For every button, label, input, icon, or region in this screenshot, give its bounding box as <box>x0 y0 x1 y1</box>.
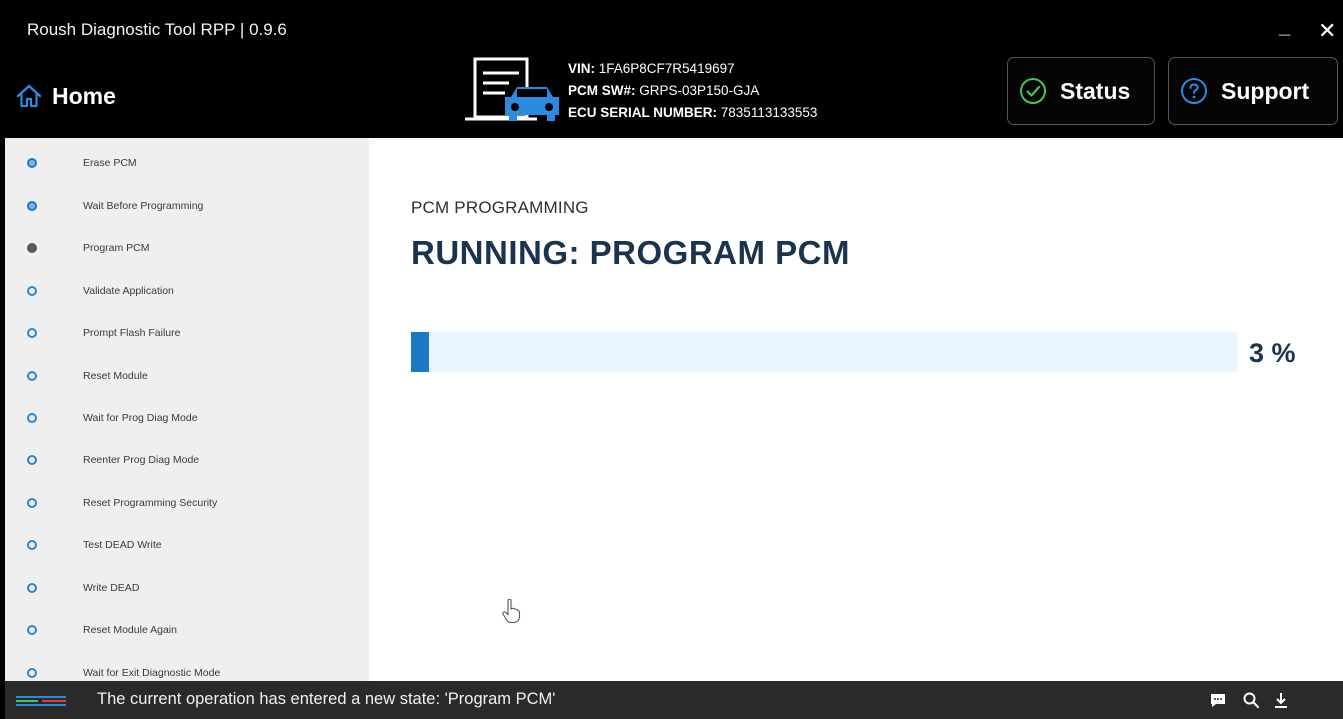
step-label: Wait for Exit Diagnostic Mode <box>83 667 221 679</box>
pcm-sw-value: GRPS-03P150-GJA <box>639 83 760 98</box>
step-item[interactable]: Test DEAD Write <box>5 524 369 566</box>
step-item[interactable]: Program PCM <box>5 227 369 269</box>
close-button[interactable]: ✕ <box>1318 18 1336 44</box>
step-item[interactable]: Wait for Exit Diagnostic Mode <box>5 652 369 681</box>
home-icon <box>16 84 42 108</box>
step-label: Test DEAD Write <box>83 539 162 551</box>
search-icon[interactable] <box>1242 691 1260 709</box>
ecu-serial-line: ECU SERIAL NUMBER: 7835113133553 <box>568 102 817 124</box>
header-bar: Roush Diagnostic Tool RPP | 0.9.6 _ ✕ Ho… <box>0 0 1343 138</box>
step-item[interactable]: Erase PCM <box>5 142 369 184</box>
pcm-sw-line: PCM SW#: GRPS-03P150-GJA <box>568 80 817 102</box>
step-label: Program PCM <box>83 242 150 254</box>
window-frame-left <box>0 0 5 719</box>
ecu-serial-label: ECU SERIAL NUMBER: <box>568 105 718 120</box>
step-current-icon <box>27 243 37 253</box>
step-pending-icon <box>27 583 37 593</box>
support-button[interactable]: Support <box>1168 57 1338 125</box>
step-pending-icon <box>27 286 37 296</box>
step-label: Erase PCM <box>83 157 137 169</box>
step-item[interactable]: Reset Module <box>5 355 369 397</box>
step-item[interactable]: Prompt Flash Failure <box>5 312 369 354</box>
step-label: Wait for Prog Diag Mode <box>83 412 198 424</box>
download-icon[interactable] <box>1272 691 1290 709</box>
step-pending-icon <box>27 413 37 423</box>
roush-stripes-logo <box>16 696 66 706</box>
check-circle-icon <box>1020 78 1046 104</box>
step-pending-icon <box>27 328 37 338</box>
step-pending-icon <box>27 625 37 635</box>
vin-line: VIN: 1FA6P8CF7R5419697 <box>568 58 817 80</box>
vin-value: 1FA6P8CF7R5419697 <box>598 61 735 76</box>
running-title: RUNNING: PROGRAM PCM <box>411 234 850 271</box>
step-done-icon <box>27 201 37 211</box>
progress-bar <box>411 332 1237 372</box>
progress-percent: 3 % <box>1249 338 1296 368</box>
step-label: Prompt Flash Failure <box>83 327 181 339</box>
step-label: Reset Programming Security <box>83 497 218 509</box>
step-item[interactable]: Validate Application <box>5 270 369 312</box>
status-button[interactable]: Status <box>1007 57 1155 125</box>
progress-fill <box>411 332 429 372</box>
step-label: Reenter Prog Diag Mode <box>83 454 200 466</box>
step-label: Reset Module <box>83 370 148 382</box>
step-label: Write DEAD <box>83 582 140 594</box>
vin-label: VIN: <box>568 61 595 76</box>
chat-icon[interactable] <box>1209 691 1227 709</box>
hand-cursor-icon <box>502 598 521 624</box>
step-label: Reset Module Again <box>83 624 177 636</box>
window-title: Roush Diagnostic Tool RPP | 0.9.6 <box>27 20 287 39</box>
step-pending-icon <box>27 668 37 678</box>
home-button[interactable]: Home <box>16 80 116 112</box>
support-button-label: Support <box>1221 77 1310 104</box>
step-item[interactable]: Wait for Prog Diag Mode <box>5 397 369 439</box>
step-label: Validate Application <box>83 285 174 297</box>
step-list-sidebar: Erase PCM Wait Before Programming Progra… <box>5 138 369 681</box>
step-pending-icon <box>27 371 37 381</box>
step-item[interactable]: Write DEAD <box>5 567 369 609</box>
step-pending-icon <box>27 540 37 550</box>
step-item[interactable]: Reset Module Again <box>5 609 369 651</box>
status-button-label: Status <box>1060 77 1131 104</box>
step-item[interactable]: Reenter Prog Diag Mode <box>5 439 369 481</box>
section-title: PCM PROGRAMMING <box>411 198 589 217</box>
step-item[interactable]: Wait Before Programming <box>5 185 369 227</box>
status-bar: The current operation has entered a new … <box>0 681 1343 719</box>
ecu-serial-value: 7835113133553 <box>720 105 818 120</box>
vehicle-info: VIN: 1FA6P8CF7R5419697 PCM SW#: GRPS-03P… <box>568 58 817 124</box>
status-message: The current operation has entered a new … <box>97 690 556 708</box>
pcm-sw-label: PCM SW#: <box>568 83 636 98</box>
step-pending-icon <box>27 455 37 465</box>
step-label: Wait Before Programming <box>83 200 204 212</box>
vehicle-document-icon <box>465 57 559 121</box>
step-pending-icon <box>27 498 37 508</box>
step-done-icon <box>27 158 37 168</box>
help-circle-icon <box>1181 78 1207 104</box>
home-label: Home <box>52 82 116 109</box>
step-item[interactable]: Reset Programming Security <box>5 482 369 524</box>
minimize-button[interactable]: _ <box>1279 16 1290 39</box>
